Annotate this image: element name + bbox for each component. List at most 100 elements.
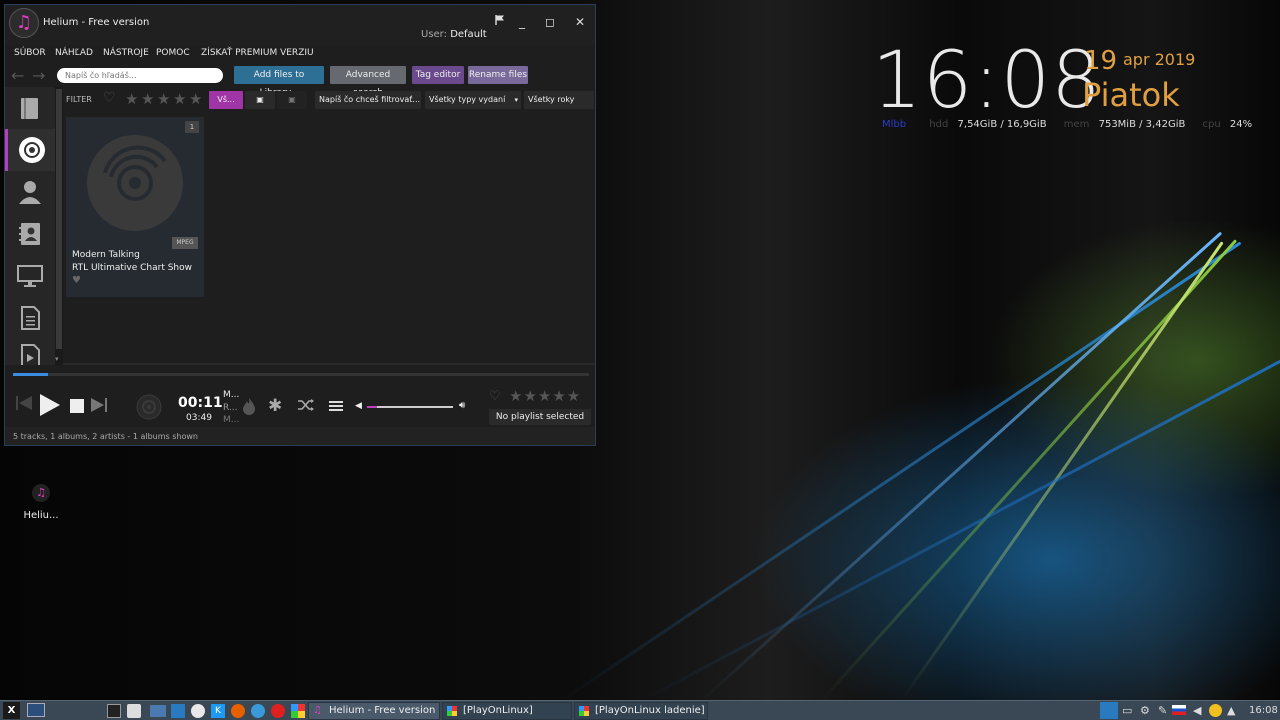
image-file-outline-icon[interactable]: ▣ (277, 91, 307, 109)
menu-view[interactable]: NÁHĽAD (55, 48, 93, 58)
helium-app-icon: ♫ (313, 705, 322, 716)
taskbar-task-playonlinux[interactable]: [PlayOnLinux] (442, 702, 572, 720)
star-icon[interactable]: ★ (189, 90, 202, 108)
total-time: 03:49 (186, 413, 212, 423)
star-icon[interactable]: ★ (141, 90, 154, 108)
add-files-button[interactable]: Add files to Library... (234, 66, 324, 98)
rename-files-button[interactable]: Rename files (468, 66, 528, 84)
sidebar-item-monitor[interactable] (5, 255, 55, 297)
playback-progress-bar[interactable] (13, 373, 589, 376)
updates-icon[interactable] (1209, 704, 1222, 717)
kde-connect-icon[interactable]: K (211, 704, 225, 718)
video-file-icon (21, 344, 40, 365)
keyboard-layout-flag-icon[interactable] (1172, 705, 1186, 715)
menu-get-premium[interactable]: ZÍSKAŤ PREMIUM VERZIU (201, 48, 314, 58)
forward-arrow-icon[interactable]: → (32, 66, 45, 85)
display-icon[interactable]: ▭ (1122, 704, 1132, 717)
workspace-1-icon[interactable] (27, 703, 45, 717)
stop-icon[interactable] (69, 398, 85, 417)
album-grid: 1 MPEG Modern Talking RTL Ultimative Cha… (63, 111, 595, 365)
shuffle-icon[interactable] (297, 398, 315, 415)
menu-help[interactable]: POMOC (156, 48, 190, 58)
task-label: [PlayOnLinux ladenie] (595, 705, 705, 716)
taskbar-task-helium[interactable]: ♫ Helium - Free version (308, 702, 440, 720)
firefox-icon[interactable] (231, 704, 245, 718)
star-icon[interactable]: ★ (125, 90, 138, 108)
sidebar-item-documents[interactable] (5, 297, 55, 339)
start-menu-icon[interactable]: X (3, 702, 20, 719)
conky-stat-label: cpu (1202, 119, 1221, 130)
desktop-icon-helium[interactable]: ♫ Heliu... (20, 484, 62, 528)
volume-low-icon[interactable]: ◀ (355, 401, 362, 411)
equalizer-icon[interactable]: ✱ (268, 396, 282, 416)
conky-month-year: apr 2019 (1123, 50, 1196, 69)
album-card[interactable]: 1 MPEG Modern Talking RTL Ultimative Cha… (66, 117, 204, 297)
heart-icon[interactable]: ♥ (72, 275, 81, 286)
scrollbar-thumb[interactable] (56, 89, 62, 349)
book-icon (21, 98, 38, 119)
release-type-select[interactable]: Všetky typy vydaní ▾ (425, 91, 521, 109)
next-track-icon[interactable] (90, 397, 108, 416)
tag-editor-button[interactable]: Tag editor (412, 66, 464, 84)
conky-time: 16:08 (872, 36, 1102, 126)
desktop-show-icon[interactable] (1100, 702, 1118, 719)
maximize-button[interactable]: ◻ (539, 13, 561, 31)
menu-tools[interactable]: NÁSTROJE (103, 48, 149, 58)
now-playing-disc-icon (136, 394, 162, 423)
disc-icon (18, 137, 45, 163)
conky-weekday: Piatok (1082, 76, 1180, 114)
toolbar: ← → Add files to Library... Advanced sea… (5, 63, 595, 98)
contact-book-icon (19, 223, 40, 245)
star-icon[interactable]: ★ (173, 90, 186, 108)
close-button[interactable]: ✕ (569, 13, 591, 31)
heart-icon[interactable]: ♡ (489, 389, 501, 404)
menu-file[interactable]: SÚBOR (14, 48, 46, 58)
taskbar-task-playonlinux-debug[interactable]: [PlayOnLinux ladenie] (574, 702, 708, 720)
play-icon[interactable] (39, 393, 61, 420)
flag-icon[interactable] (489, 13, 511, 31)
sidebar-scrollbar[interactable]: ▾ (55, 87, 63, 365)
browser-icon[interactable] (191, 704, 205, 718)
sidebar-item-albums[interactable] (5, 129, 55, 171)
notifications-icon[interactable]: ▲ (1227, 704, 1235, 717)
rating-stars[interactable]: ★★★★★ (509, 387, 581, 405)
volume-icon[interactable]: ◀ (1193, 704, 1201, 717)
playonlinux-icon[interactable] (291, 704, 305, 718)
terminal-icon[interactable] (107, 704, 121, 718)
search-input[interactable] (57, 68, 223, 83)
title-bar[interactable]: ♫ Helium - Free version User: Default _ … (5, 5, 595, 45)
workspace-2-icon[interactable] (47, 703, 65, 717)
volume-slider[interactable] (367, 406, 453, 408)
clipboard-icon[interactable]: ✎ (1158, 704, 1167, 717)
status-bar: 5 tracks, 1 albums, 2 artists - 1 albums… (5, 427, 595, 445)
filter-all-button[interactable]: Vš... (209, 91, 243, 109)
sidebar-item-books[interactable] (5, 87, 55, 129)
previous-track-icon[interactable] (15, 395, 33, 414)
file-manager-icon[interactable] (127, 704, 141, 718)
filter-text-input[interactable]: Napíš čo chceš filtrovať... (315, 91, 421, 109)
sidebar-item-artists[interactable] (5, 171, 55, 213)
package-icon[interactable]: ⚙ (1140, 704, 1150, 717)
star-icon[interactable]: ★ (157, 90, 170, 108)
user-value: Default (450, 29, 487, 40)
divider (63, 363, 595, 365)
year-select[interactable]: Všetky roky (524, 91, 594, 109)
image-file-icon[interactable]: ▣ (245, 91, 275, 109)
scroll-down-arrow-icon[interactable]: ▾ (55, 355, 59, 363)
sidebar-item-videos[interactable] (5, 339, 55, 365)
conky-widget: 16:08 19 apr 2019 Piatok Mlbb hdd 7,54Gi… (872, 36, 1252, 140)
chromium-icon[interactable] (251, 704, 265, 718)
advanced-search-button[interactable]: Advanced search (330, 66, 406, 98)
network-icon[interactable] (150, 705, 166, 717)
sidebar-item-contacts[interactable] (5, 213, 55, 255)
heart-icon[interactable]: ♡ (103, 90, 116, 106)
flame-icon[interactable] (241, 397, 257, 418)
app-icon[interactable] (171, 704, 185, 718)
monitor-icon (17, 265, 43, 287)
back-arrow-icon[interactable]: ← (11, 66, 24, 85)
minimize-button[interactable]: _ (511, 13, 533, 31)
taskbar-clock[interactable]: 16:08 (1249, 705, 1278, 716)
playlist-menu-icon[interactable] (328, 399, 344, 416)
opera-icon[interactable] (271, 704, 285, 718)
volume-high-icon[interactable]: 🔊︎ (459, 400, 465, 411)
